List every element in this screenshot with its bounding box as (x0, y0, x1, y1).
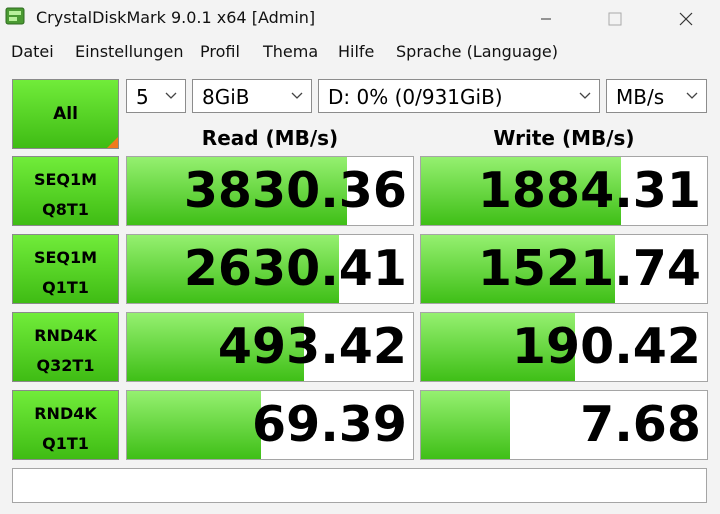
chevron-down-icon (686, 92, 698, 99)
chevron-down-icon (165, 92, 177, 99)
write-column-header: Write (MB/s) (493, 126, 635, 150)
write-value: 1521.74 (477, 240, 701, 297)
close-button[interactable] (658, 0, 714, 37)
write-progress-bar (421, 391, 510, 459)
menu-profil[interactable]: Profil (200, 42, 240, 61)
write-value: 190.42 (511, 318, 701, 375)
run-all-label: All (53, 104, 78, 124)
minimize-icon (541, 18, 551, 19)
menu-sprache[interactable]: Sprache (Language) (396, 42, 558, 61)
read-result-seq1m-q1t1: 2630.41 (126, 234, 414, 304)
test-button-rnd4k-q1t1[interactable]: RND4K Q1T1 (12, 390, 119, 460)
write-result-rnd4k-q32t1: 190.42 (420, 312, 708, 382)
menu-hilfe[interactable]: Hilfe (338, 42, 374, 61)
read-value: 2630.41 (183, 240, 407, 297)
drive-value: D: 0% (0/931GiB) (328, 85, 503, 109)
write-value: 7.68 (580, 396, 701, 453)
unit-select[interactable]: MB/s (606, 79, 707, 113)
test-count-select[interactable]: 5 (126, 79, 186, 113)
unit-value: MB/s (616, 85, 665, 109)
read-value: 493.42 (217, 318, 407, 375)
title-bar[interactable]: CrystalDiskMark 9.0.1 x64 [Admin] (0, 0, 720, 37)
menu-bar: Datei Einstellungen Profil Thema Hilfe S… (0, 37, 720, 67)
read-value: 69.39 (252, 396, 407, 453)
test-label-line2: Q1T1 (42, 278, 89, 297)
test-size-select[interactable]: 8GiB (192, 79, 312, 113)
comment-field[interactable] (12, 468, 707, 503)
read-value: 3830.36 (183, 162, 407, 219)
chevron-down-icon (291, 92, 303, 99)
orange-corner-marker (107, 137, 118, 148)
test-count-value: 5 (136, 85, 149, 109)
minimize-button[interactable] (518, 0, 574, 37)
menu-thema[interactable]: Thema (263, 42, 318, 61)
read-result-rnd4k-q32t1: 493.42 (126, 312, 414, 382)
chevron-down-icon (579, 92, 591, 99)
drive-select[interactable]: D: 0% (0/931GiB) (318, 79, 600, 113)
test-button-seq1m-q1t1[interactable]: SEQ1M Q1T1 (12, 234, 119, 304)
test-label-line1: SEQ1M (33, 170, 98, 189)
test-label-line2: Q32T1 (36, 356, 95, 375)
write-result-seq1m-q1t1: 1521.74 (420, 234, 708, 304)
test-size-value: 8GiB (202, 85, 250, 109)
close-icon (679, 12, 693, 25)
read-result-seq1m-q8t1: 3830.36 (126, 156, 414, 226)
test-label-line2: Q1T1 (42, 434, 89, 453)
crystaldiskmark-app-icon (5, 7, 25, 25)
read-progress-bar (127, 391, 262, 459)
write-result-rnd4k-q1t1: 7.68 (420, 390, 708, 460)
test-label-line1: RND4K (34, 326, 97, 345)
test-label-line2: Q8T1 (42, 200, 89, 219)
test-button-rnd4k-q32t1[interactable]: RND4K Q32T1 (12, 312, 119, 382)
write-result-seq1m-q8t1: 1884.31 (420, 156, 708, 226)
menu-einstellungen[interactable]: Einstellungen (75, 42, 183, 61)
menu-datei[interactable]: Datei (11, 42, 54, 61)
window-title: CrystalDiskMark 9.0.1 x64 [Admin] (36, 8, 316, 27)
run-all-button[interactable]: All (12, 79, 119, 149)
maximize-icon (608, 12, 622, 25)
write-value: 1884.31 (477, 162, 701, 219)
test-label-line1: RND4K (34, 404, 97, 423)
test-button-seq1m-q8t1[interactable]: SEQ1M Q8T1 (12, 156, 119, 226)
read-result-rnd4k-q1t1: 69.39 (126, 390, 414, 460)
read-column-header: Read (MB/s) (201, 126, 339, 150)
test-label-line1: SEQ1M (33, 248, 98, 267)
maximize-button[interactable] (587, 0, 643, 37)
